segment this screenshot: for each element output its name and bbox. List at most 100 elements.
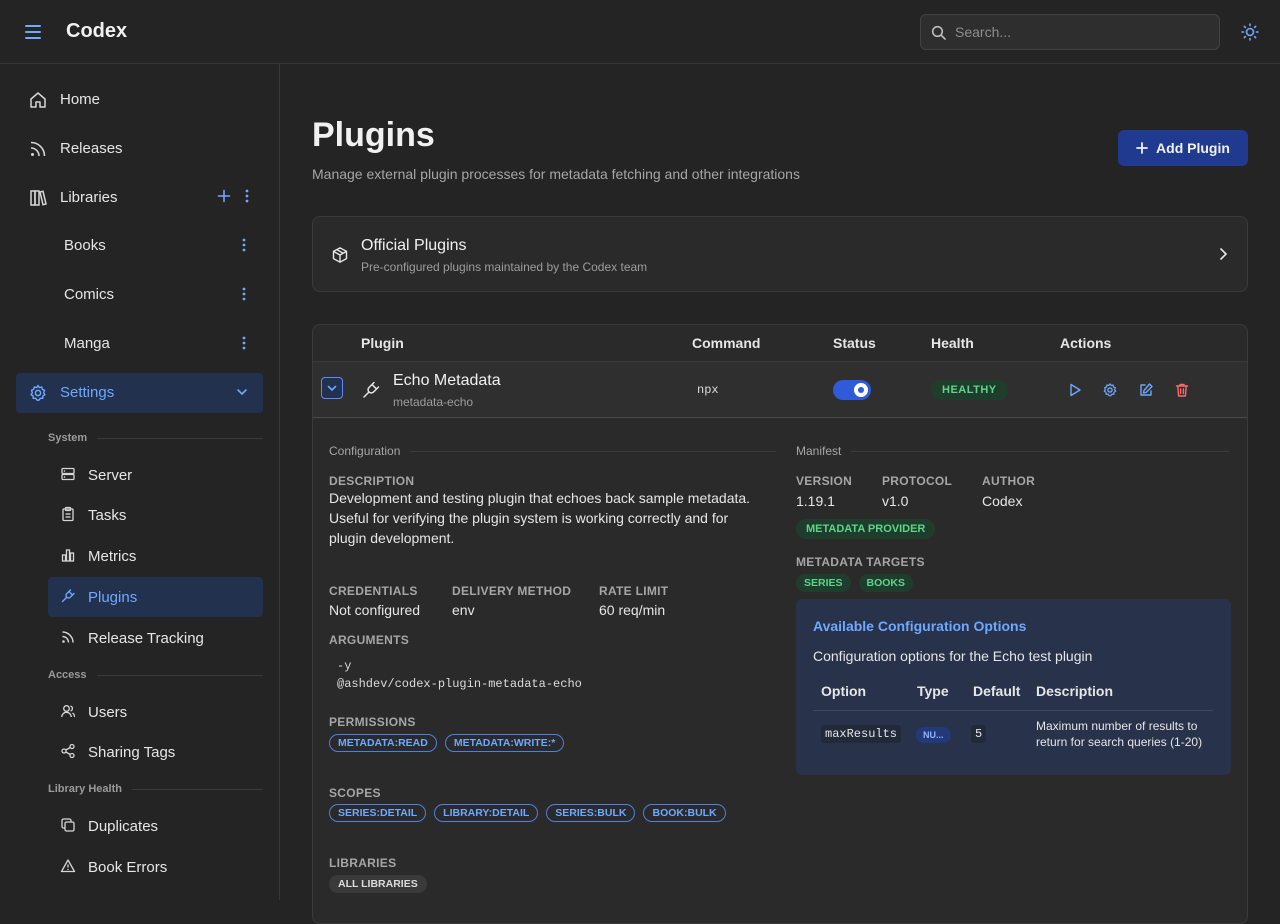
capability-badge: METADATA PROVIDER (796, 519, 936, 539)
main-content: Plugins Manage external plugin processes… (280, 64, 1280, 924)
books-icon (28, 188, 48, 208)
plug-icon (361, 380, 381, 400)
official-plugins-title: Official Plugins (361, 237, 467, 254)
author-value: Codex (982, 493, 1023, 509)
sidebar-item-plugins[interactable]: Plugins (48, 577, 263, 617)
permission-chip: METADATA:READ (329, 734, 437, 752)
rate-limit-label: RATE LIMIT (599, 584, 669, 598)
credentials-value: Not configured (329, 602, 421, 618)
status-toggle[interactable] (833, 380, 871, 400)
sidebar-item-server[interactable]: Server (48, 455, 263, 495)
column-header-status: Status (833, 335, 876, 351)
arguments-label: ARGUMENTS (329, 633, 410, 647)
argument-line: -y (337, 659, 352, 673)
credentials-label: CREDENTIALS (329, 584, 418, 598)
sidebar-item-label: Home (60, 91, 101, 108)
section-access: Access (48, 669, 263, 681)
sidebar-item-label: Books (64, 237, 106, 254)
sidebar-item-sharing-tags[interactable]: Sharing Tags (48, 732, 263, 772)
permission-chip: METADATA:WRITE:* (444, 734, 565, 752)
plugin-description: Development and testing plugin that echo… (329, 490, 751, 546)
more-vertical-icon[interactable] (245, 189, 249, 203)
config-option-default: 5 (971, 725, 987, 743)
section-label: Library Health (48, 783, 122, 795)
library-chip: ALL LIBRARIES (329, 875, 427, 893)
official-plugins-subtitle: Pre-configured plugins maintained by the… (361, 260, 648, 274)
metadata-targets-label: METADATA TARGETS (796, 555, 925, 569)
sidebar-item-books[interactable]: Books (16, 226, 263, 266)
sidebar-item-users[interactable]: Users (48, 692, 263, 732)
sidebar-item-metrics[interactable]: Metrics (48, 536, 263, 576)
sidebar-item-label: Libraries (60, 189, 118, 206)
plugin-command: npx (697, 383, 719, 397)
bar-chart-icon (60, 547, 76, 563)
config-header-type: Type (917, 683, 949, 699)
search-box (920, 14, 1220, 50)
home-icon (28, 90, 48, 110)
delivery-method-value: env (452, 602, 475, 618)
scope-chip: BOOK:BULK (643, 804, 726, 822)
more-vertical-icon[interactable] (242, 336, 246, 350)
scope-chip: SERIES:BULK (546, 804, 636, 822)
copy-icon (60, 817, 76, 833)
metadata-targets-list: SERIES BOOKS (796, 574, 914, 592)
sidebar-item-label: Settings (60, 384, 115, 401)
config-header-divider (813, 710, 1213, 711)
sidebar-item-releases[interactable]: Releases (16, 129, 263, 169)
user-icon (60, 703, 76, 719)
plus-icon[interactable] (217, 189, 231, 203)
column-header-command: Command (692, 335, 761, 351)
top-header: Codex (0, 0, 1280, 64)
section-system: System (48, 432, 263, 444)
official-plugins-card[interactable]: Official Plugins Pre-configured plugins … (312, 216, 1248, 292)
target-chip: BOOKS (858, 574, 914, 592)
permissions-list: METADATA:READ METADATA:WRITE:* (329, 734, 565, 752)
sun-icon[interactable] (1240, 22, 1260, 42)
sidebar-item-comics[interactable]: Comics (16, 275, 263, 315)
plug-icon (60, 588, 76, 604)
health-badge: HEALTHY (931, 380, 1008, 400)
configuration-section-title: Configuration (329, 444, 777, 458)
delivery-method-label: DELIVERY METHOD (452, 584, 572, 598)
add-plugin-button[interactable]: Add Plugin (1118, 130, 1248, 166)
search-icon (931, 25, 947, 41)
search-input[interactable] (955, 15, 1211, 49)
edit-icon[interactable] (1138, 382, 1154, 398)
libraries-label: LIBRARIES (329, 856, 397, 870)
gear-icon[interactable] (1102, 382, 1118, 398)
sidebar-item-label: Release Tracking (88, 630, 204, 647)
sidebar-item-settings[interactable]: Settings (16, 373, 263, 413)
more-vertical-icon[interactable] (242, 238, 246, 252)
section-label: System (48, 432, 88, 444)
sidebar-item-label: Server (88, 467, 133, 484)
scopes-list: SERIES:DETAIL LIBRARY:DETAIL SERIES:BULK… (329, 804, 726, 822)
column-header-actions: Actions (1060, 335, 1112, 351)
chevron-down-icon (236, 386, 248, 398)
target-chip: SERIES (796, 574, 851, 592)
warning-icon (60, 858, 76, 874)
trash-icon[interactable] (1174, 382, 1190, 398)
sidebar-item-duplicates[interactable]: Duplicates (48, 806, 263, 846)
protocol-value: v1.0 (882, 493, 909, 509)
sidebar-item-libraries[interactable]: Libraries (16, 178, 263, 218)
scope-chip: SERIES:DETAIL (329, 804, 427, 822)
sidebar-item-manga[interactable]: Manga (16, 324, 263, 364)
play-icon[interactable] (1067, 382, 1083, 398)
sidebar-item-book-errors[interactable]: Book Errors (48, 847, 263, 887)
expand-row-button[interactable] (321, 377, 343, 399)
manifest-label: Manifest (796, 444, 842, 458)
sidebar-item-home[interactable]: Home (16, 80, 263, 120)
menu-icon[interactable] (24, 22, 42, 42)
column-header-health: Health (931, 335, 974, 351)
sidebar-item-label: Book Errors (88, 859, 168, 876)
sidebar-item-label: Users (88, 704, 128, 721)
more-vertical-icon[interactable] (242, 287, 246, 301)
app-title: Codex (66, 20, 128, 42)
config-header-option: Option (821, 683, 867, 699)
sidebar-item-tasks[interactable]: Tasks (48, 495, 263, 535)
chevron-down-icon (327, 385, 337, 392)
sidebar-item-release-tracking[interactable]: Release Tracking (48, 618, 263, 658)
clipboard-icon (60, 506, 76, 522)
page-title: Plugins (312, 116, 435, 154)
rate-limit-value: 60 req/min (599, 602, 666, 618)
